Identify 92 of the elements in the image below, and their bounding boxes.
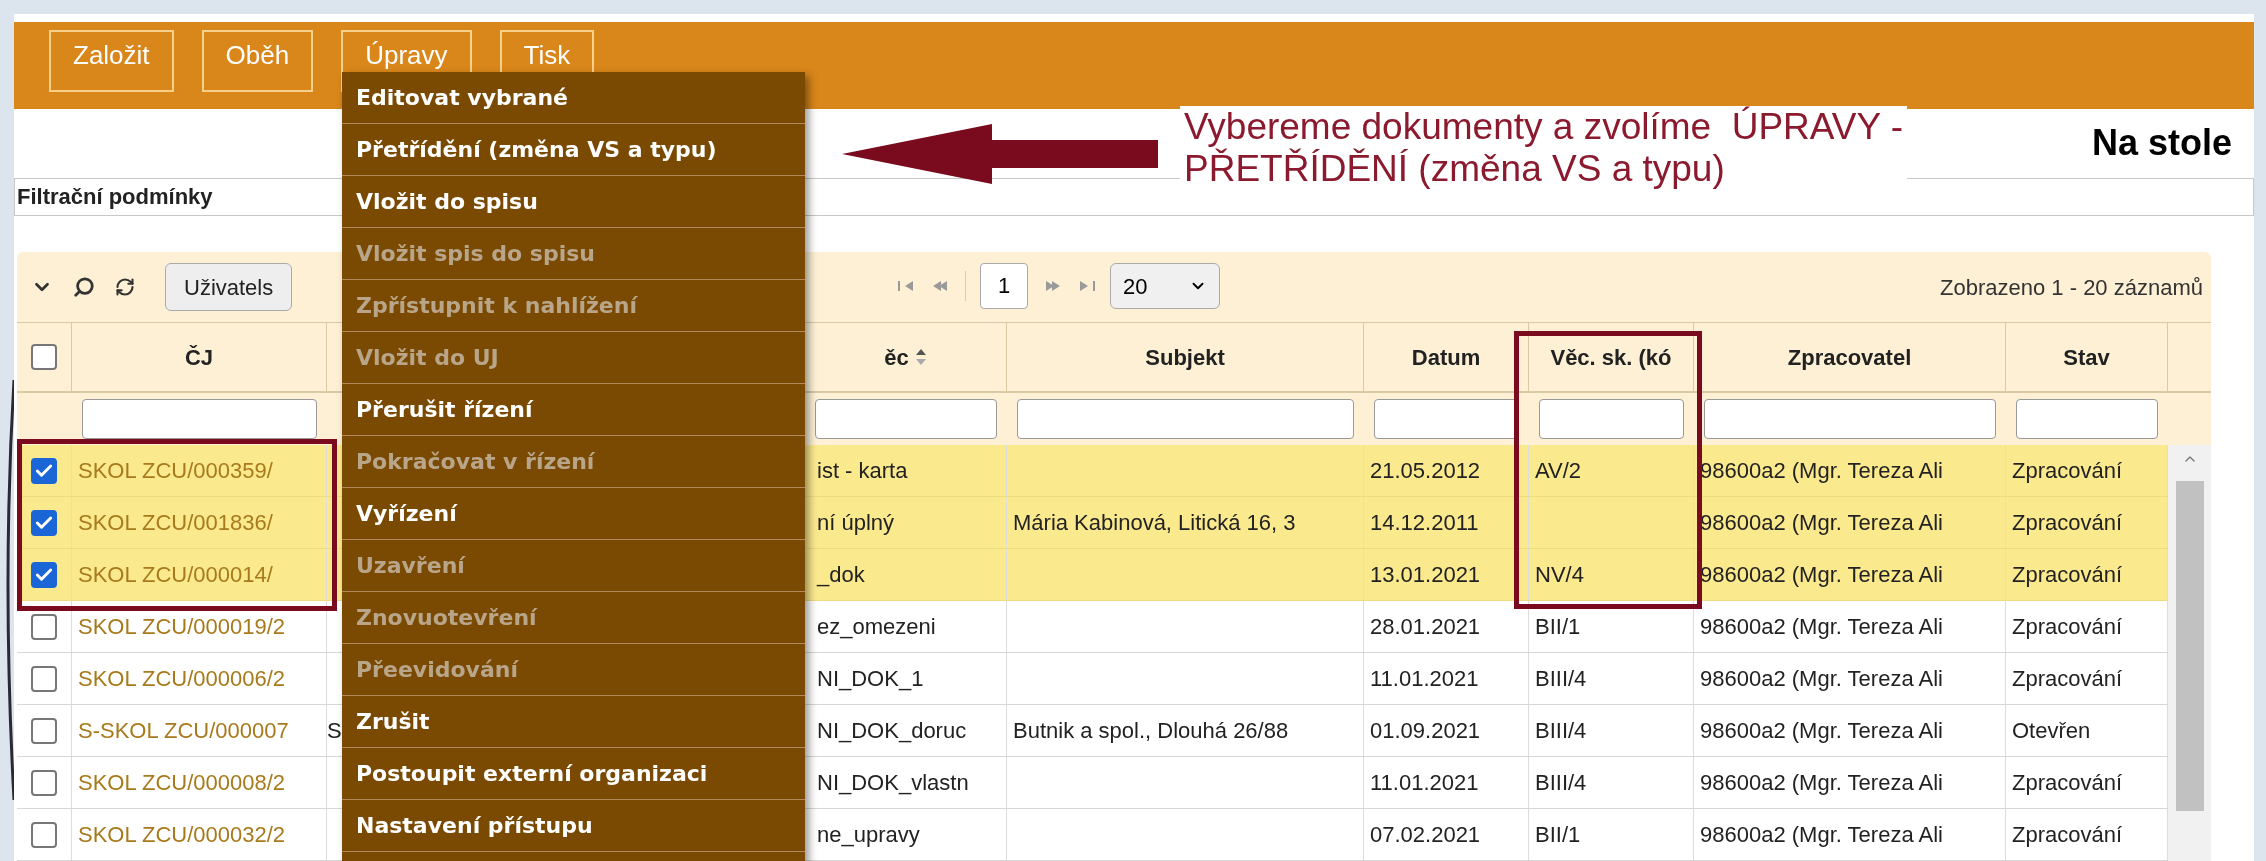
table-cell-text: _dok bbox=[815, 561, 865, 589]
column-header[interactable]: Datum bbox=[1411, 340, 1481, 374]
column-header[interactable]: Subjekt bbox=[1145, 340, 1225, 374]
table-cell-text: 14.12.2011 bbox=[1370, 509, 1479, 537]
row-checkbox[interactable] bbox=[31, 457, 57, 484]
column-filter-field[interactable] bbox=[815, 399, 997, 439]
table-cell-text: ez_omezeni bbox=[816, 613, 936, 641]
table-cell-text: S-SKOL ZCU/000007 bbox=[78, 717, 289, 745]
row-checkbox[interactable] bbox=[31, 665, 57, 692]
table-cell-text: BIII/4 bbox=[1535, 717, 1587, 745]
table-cell-text: SKOL ZCU/000359/ bbox=[78, 457, 273, 485]
page-title: Na stole bbox=[2091, 121, 2232, 166]
column-filter-field[interactable] bbox=[82, 399, 317, 439]
row-checkbox[interactable] bbox=[31, 613, 57, 640]
table-cell-text: 07.02.2021 bbox=[1370, 821, 1481, 849]
sort-icon[interactable] bbox=[914, 348, 927, 366]
column-header[interactable]: Věc. sk. (kó bbox=[1550, 340, 1672, 374]
row-checkbox[interactable] bbox=[31, 509, 57, 536]
table-cell-text: ist - karta bbox=[816, 457, 908, 485]
table-cell-text: 98600a2 (Mgr. Tereza Ali bbox=[1700, 561, 1943, 589]
table-cell-text: Mária Kabinová, Litická 16, 3 bbox=[1013, 509, 1296, 537]
select-all-checkbox[interactable] bbox=[31, 344, 57, 370]
row-checkbox[interactable] bbox=[31, 821, 57, 848]
table-cell-text: 98600a2 (Mgr. Tereza Ali bbox=[1700, 457, 1943, 485]
table-cell-text: BIII/4 bbox=[1535, 665, 1587, 693]
table-cell-text: 11.01.2021 bbox=[1370, 769, 1479, 797]
pointer-arrow-icon bbox=[842, 124, 1158, 184]
column-filter-field[interactable] bbox=[1017, 399, 1354, 439]
annotation-label: Vybereme dokumenty a zvolíme ÚPRAVY - PŘETŘÍDĚNÍ (změna VS a typu) bbox=[1180, 106, 1908, 190]
row-checkbox[interactable] bbox=[31, 717, 57, 744]
scrollbar[interactable] bbox=[2168, 445, 2211, 861]
table-cell-text: SKOL ZCU/000008/2 bbox=[78, 769, 286, 797]
table-cell-text: 13.01.2021 bbox=[1370, 561, 1481, 589]
table-cell-text: SKOL ZCU/000006/2 bbox=[78, 665, 286, 693]
table-cell-text: BII/1 bbox=[1535, 821, 1581, 849]
table-cell-text: Otevřen bbox=[2012, 717, 2091, 745]
table-cell-text: 98600a2 (Mgr. Tereza Ali bbox=[1700, 665, 1943, 693]
table-cell-text: NV/4 bbox=[1535, 561, 1584, 589]
table-cell-text: AV/2 bbox=[1535, 457, 1582, 485]
page-input[interactable]: 1 bbox=[980, 263, 1028, 309]
table-cell-text: 98600a2 (Mgr. Tereza Ali bbox=[1700, 613, 1943, 641]
column-header[interactable]: ČJ bbox=[184, 340, 214, 374]
table-cell-text: BII/1 bbox=[1535, 613, 1581, 641]
table-cell-text: ne_upravy bbox=[816, 821, 920, 849]
column-filter-field[interactable] bbox=[2016, 399, 2158, 439]
user-filter-button[interactable]: Uživatels bbox=[165, 263, 293, 311]
menu-item[interactable]: Editovat vybrané bbox=[342, 72, 805, 124]
table-cell-text: SKOL ZCU/000032/2 bbox=[78, 821, 286, 849]
table-cell-text: 28.01.2021 bbox=[1370, 613, 1481, 641]
table-cell-text: SKOL ZCU/000019/2 bbox=[78, 613, 286, 641]
row-checkbox[interactable] bbox=[31, 769, 57, 796]
menu-item[interactable]: Zrušit bbox=[342, 696, 805, 748]
menu-item[interactable]: Přetřídění (změna VS a typu) bbox=[342, 124, 805, 176]
table-cell-text: Zpracování bbox=[2012, 665, 2123, 693]
table-cell-text: 21.05.2012 bbox=[1370, 457, 1481, 485]
table-cell-text: 98600a2 (Mgr. Tereza Ali bbox=[1700, 509, 1943, 537]
search-icon[interactable] bbox=[73, 276, 95, 298]
table-cell-text: Zpracování bbox=[2012, 821, 2123, 849]
column-header[interactable]: Zpracovatel bbox=[1787, 340, 1912, 374]
menu-item[interactable]: Přerušit řízení bbox=[342, 384, 805, 436]
table-cell-text: Zpracování bbox=[2012, 509, 2123, 537]
menu-item[interactable]: Vyřízení bbox=[342, 488, 805, 540]
page-size-select[interactable]: 20 bbox=[1110, 263, 1220, 309]
column-filter-field[interactable] bbox=[1539, 399, 1684, 439]
menu-item[interactable]: Postoupit externí organizaci bbox=[342, 748, 805, 800]
table-cell-text: 98600a2 (Mgr. Tereza Ali bbox=[1700, 769, 1943, 797]
table-cell-text: Zpracování bbox=[2012, 769, 2123, 797]
table-cell-text: 01.09.2021 bbox=[1370, 717, 1481, 745]
column-header[interactable]: Stav bbox=[2063, 340, 2110, 374]
table-cell-text: 98600a2 (Mgr. Tereza Ali bbox=[1700, 717, 1943, 745]
table-cell-text: NI_DOK_vlastn bbox=[816, 769, 969, 797]
table-cell-text: SKOL ZCU/001836/ bbox=[78, 509, 273, 537]
column-header[interactable]: ěc bbox=[884, 340, 909, 374]
record-summary: Zobrazeno 1 - 20 záznamů bbox=[1940, 273, 2203, 302]
table-cell-text: BIII/4 bbox=[1535, 769, 1587, 797]
menu-item[interactable]: Nastavení přístupu bbox=[342, 800, 805, 852]
column-filter-field[interactable] bbox=[1704, 399, 1996, 439]
table-cell-text: Zpracování bbox=[2012, 613, 2123, 641]
table-cell-text: Zpracování bbox=[2012, 561, 2123, 589]
table-cell-text: NI_DOK_1 bbox=[816, 665, 924, 693]
table-cell-text: NI_DOK_doruc bbox=[816, 717, 967, 745]
filter-label: Filtrační podmínky bbox=[17, 183, 213, 212]
table-cell-text: Butnik a spol., Dlouhá 26/88 bbox=[1013, 717, 1289, 745]
table-cell-text: 98600a2 (Mgr. Tereza Ali bbox=[1700, 821, 1943, 849]
table-cell-text: ní úplný bbox=[816, 509, 895, 537]
menu-item[interactable]: Vložit do spisu bbox=[342, 176, 805, 228]
table-cell-text: S bbox=[327, 717, 342, 745]
refresh-icon[interactable] bbox=[115, 277, 135, 297]
table-cell-text: 11.01.2021 bbox=[1370, 665, 1479, 693]
row-checkbox[interactable] bbox=[31, 561, 57, 588]
table-cell-text: Zpracování bbox=[2012, 457, 2123, 485]
table-cell-text: SKOL ZCU/000014/ bbox=[78, 561, 273, 589]
